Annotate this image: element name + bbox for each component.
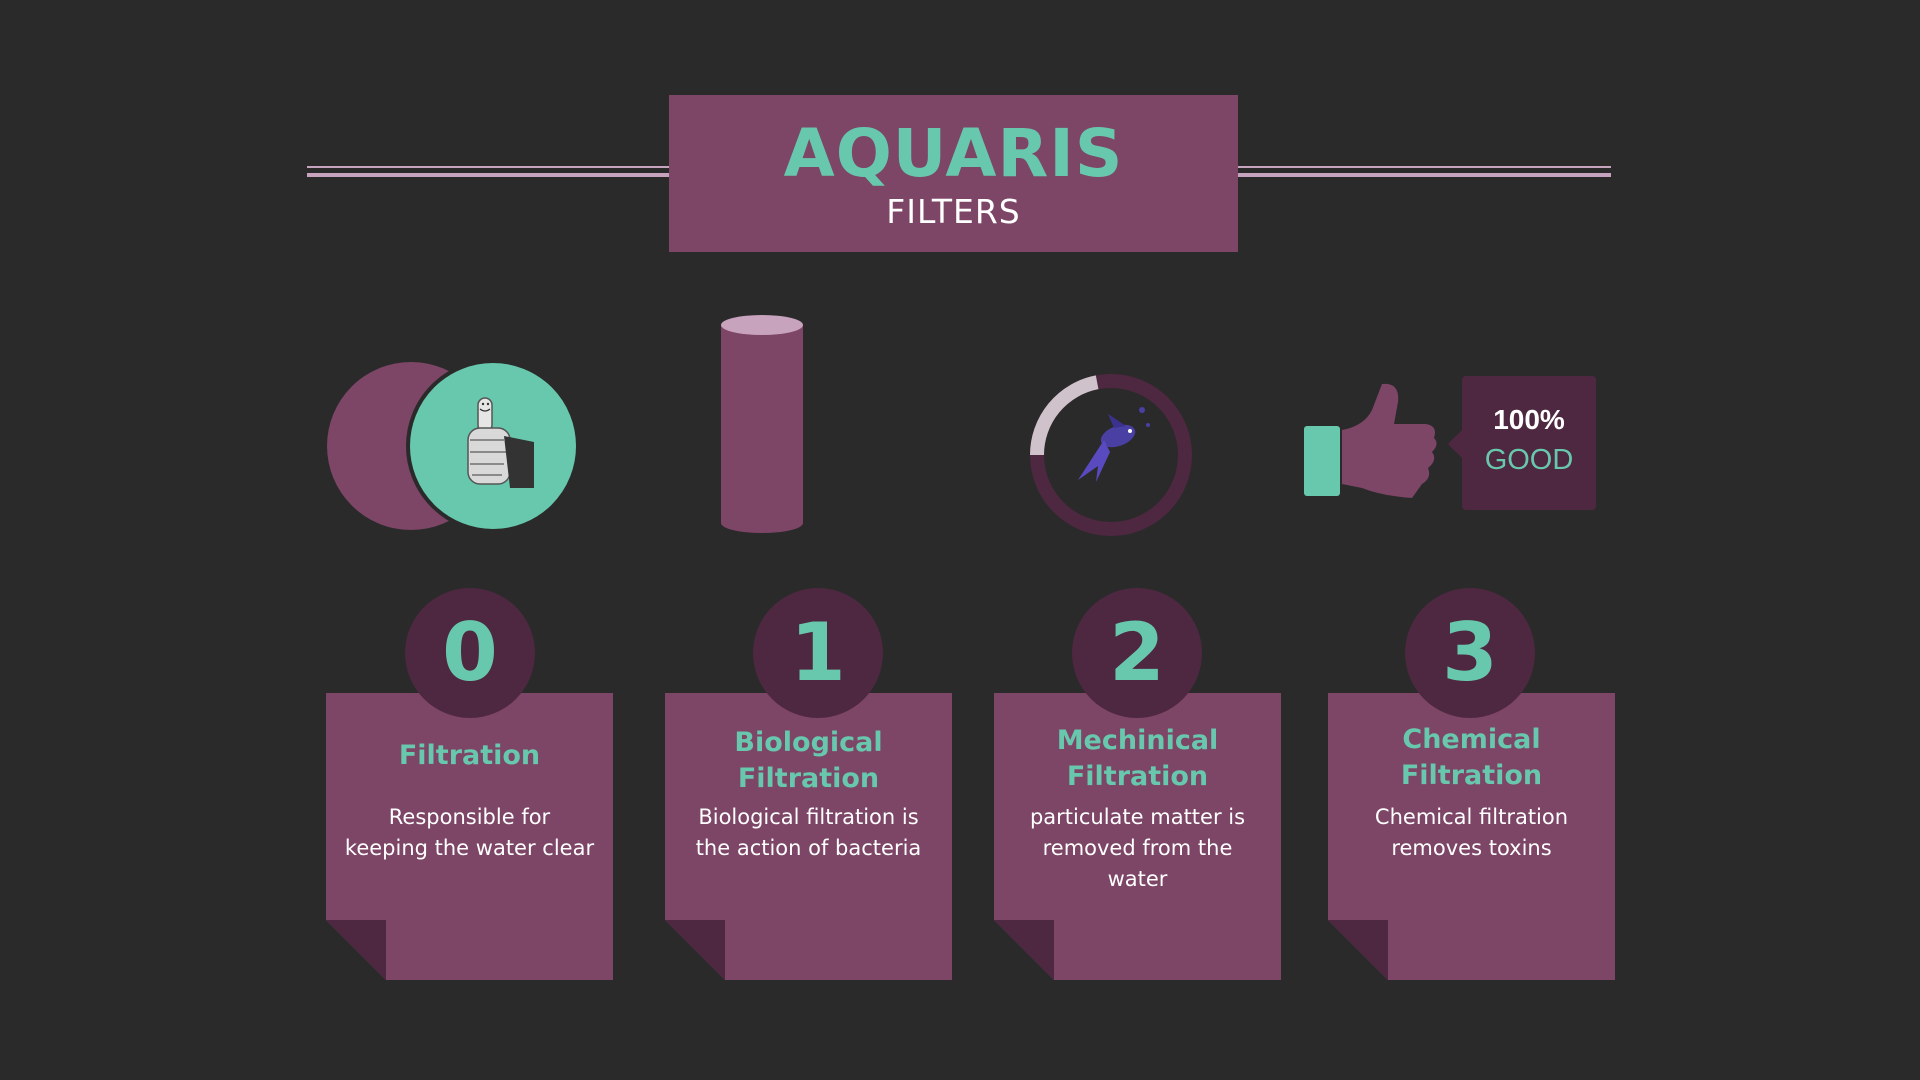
- step-card-3: Chemical Filtration Chemical filtration …: [1328, 693, 1615, 980]
- infographic-slide: AQUARIS FILTERS 100% GOOD Filtration Res…: [0, 0, 1920, 1080]
- callout-pointer: [1448, 430, 1462, 458]
- header-rule-left-bottom: [307, 173, 669, 177]
- step-description: particulate matter is removed from the w…: [1029, 805, 1246, 891]
- thumbs-up-icon: [1304, 383, 1437, 498]
- title-box: AQUARIS FILTERS: [669, 95, 1238, 252]
- step-description: Chemical filtration removes toxins: [1374, 805, 1569, 860]
- step-title: Biological Filtration: [734, 727, 883, 794]
- step-title: Filtration: [398, 740, 541, 771]
- step-card-0: Filtration Responsible for keeping the w…: [326, 693, 613, 980]
- step-card-1: Biological Filtration Biological filtrat…: [665, 693, 952, 980]
- step-number-0: 0: [405, 588, 535, 718]
- rating-callout: 100% GOOD: [1448, 376, 1596, 510]
- step-title: Mechinical Filtration: [1056, 725, 1219, 792]
- step-title: Chemical Filtration: [1400, 724, 1543, 791]
- step-card-2: Mechinical Filtration particulate matter…: [994, 693, 1281, 980]
- header-rule-right-top: [1238, 166, 1611, 168]
- ring-progress-arc: [1030, 375, 1099, 456]
- rating-label: GOOD: [1484, 444, 1574, 476]
- step-number-2: 2: [1072, 588, 1202, 718]
- rating-percent: 100%: [1493, 404, 1565, 435]
- progress-ring-icon: [1030, 374, 1192, 536]
- fish-icon: [1078, 407, 1150, 482]
- page-subtitle: FILTERS: [886, 192, 1021, 231]
- step-description: Responsible for keeping the water clear: [344, 805, 595, 860]
- step-description: Biological filtration is the action of b…: [695, 805, 922, 860]
- header-rule-right-bottom: [1238, 173, 1611, 177]
- page-title: AQUARIS: [783, 115, 1124, 192]
- cylinder-icon: [721, 315, 803, 533]
- step-number-3: 3: [1405, 588, 1535, 718]
- step-number-1: 1: [753, 588, 883, 718]
- header-rule-left-top: [307, 166, 669, 168]
- overlapping-circles-icon: [327, 359, 580, 533]
